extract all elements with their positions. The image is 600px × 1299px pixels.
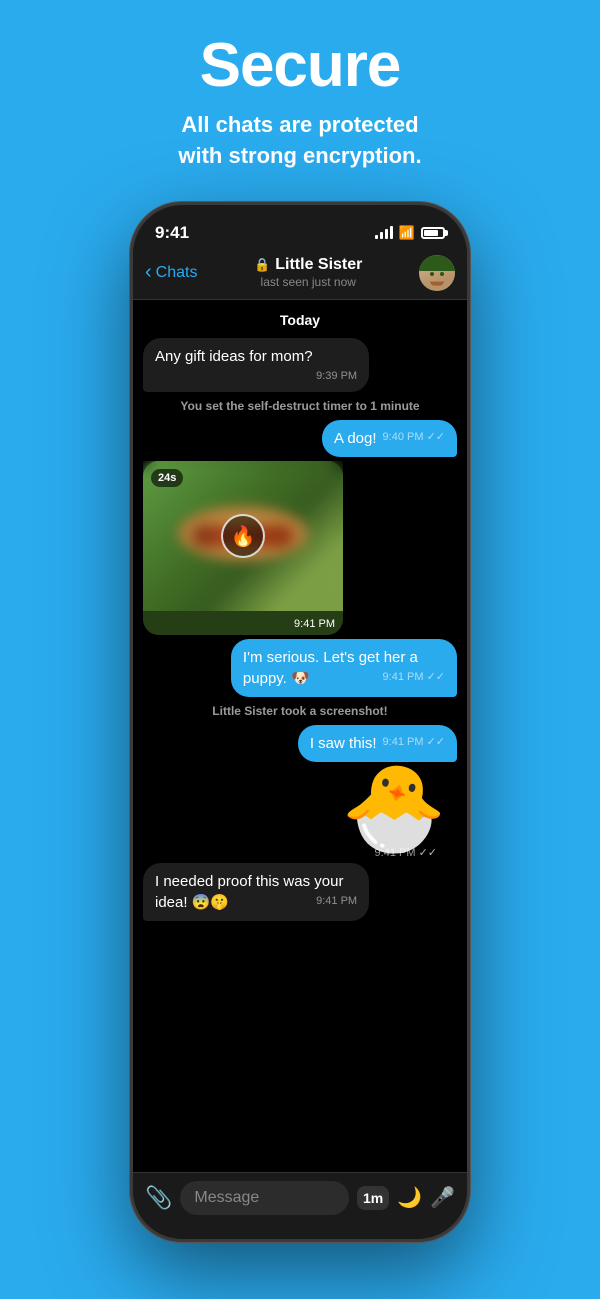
chat-header-center: 🔒 Little Sister last seen just now [254,256,362,289]
system-text: You set the self-destruct timer to 1 min… [180,399,419,413]
message-text: Any gift ideas for mom? [155,348,313,365]
back-label: Chats [156,264,198,282]
play-button[interactable]: 🔥 [221,514,265,558]
message-row: I saw this! 9:41 PM ✓✓ [143,725,457,762]
signal-icon [375,227,393,239]
moon-button[interactable]: 🌙 [397,1185,422,1210]
message-time: 9:40 PM ✓✓ [383,430,445,445]
app-header: Secure All chats are protectedwith stron… [0,0,600,192]
date-divider: Today [143,312,457,328]
phone-shell: 9:41 📶 ‹ Chats [130,202,470,1242]
message-time: 9:41 PM ✓✓ [383,735,445,750]
message-input[interactable]: Message [180,1181,349,1215]
bottom-bar: 📎 Message 1m 🌙 🎤 [133,1172,467,1223]
message-text: A dog! [334,430,377,447]
system-message: You set the self-destruct timer to 1 min… [143,399,457,413]
lock-icon: 🔒 [254,257,270,273]
message-row: Any gift ideas for mom? 9:39 PM [143,338,457,392]
incoming-bubble: Any gift ideas for mom? 9:39 PM [143,338,369,392]
sticker-time: 9:41 PM ✓✓ [375,846,447,859]
message-text: I saw this! [310,735,377,752]
outgoing-bubble: I'm serious. Let's get her a puppy. 🐶 9:… [231,639,457,697]
outgoing-bubble: I saw this! 9:41 PM ✓✓ [298,725,457,762]
message-time: 9:39 PM [316,369,357,384]
message-time: 9:41 PM [316,894,357,909]
sticker-container: 🐣 9:41 PM ✓✓ [143,766,447,859]
media-timer: 24s [151,469,183,487]
page-title: Secure [40,32,560,100]
media-content: 🔥 24s [143,461,343,611]
avatar-image [419,255,455,291]
sticker: 🐣 [341,766,447,851]
media-bubble: 🔥 24s 9:41 PM [143,461,343,635]
battery-icon [421,227,445,239]
phone-mockup: 9:41 📶 ‹ Chats [130,202,470,1242]
media-time-bar: 9:41 PM [143,611,343,635]
message-row: 🔥 24s 9:41 PM [143,461,457,635]
wifi-icon: 📶 [399,225,415,241]
chevron-left-icon: ‹ [145,261,152,284]
message-row: I needed proof this was your idea! 😨🤫 9:… [143,863,457,921]
message-time: 9:41 PM ✓✓ [383,670,445,685]
contact-name: Little Sister [275,256,362,274]
attach-button[interactable]: 📎 [145,1185,172,1211]
check-marks: ✓✓ [427,671,445,683]
check-marks: ✓✓ [427,431,445,443]
status-time: 9:41 [155,223,189,243]
check-marks: ✓✓ [419,847,437,859]
incoming-bubble: I needed proof this was your idea! 😨🤫 9:… [143,863,369,921]
system-message: Little Sister took a screenshot! [143,704,457,718]
avatar[interactable] [419,255,455,291]
avatar-hair [419,255,455,271]
back-button[interactable]: ‹ Chats [145,261,197,284]
media-time: 9:41 PM [294,618,335,630]
system-text: Little Sister took a screenshot! [212,704,387,718]
outgoing-bubble: A dog! 9:40 PM ✓✓ [322,420,457,457]
messages-area: Today Any gift ideas for mom? 9:39 PM Yo… [133,300,467,1172]
message-row: I'm serious. Let's get her a puppy. 🐶 9:… [143,639,457,697]
contact-name-row: 🔒 Little Sister [254,256,362,274]
flame-icon: 🔥 [231,524,256,549]
contact-status: last seen just now [261,275,356,289]
status-icons: 📶 [375,225,445,241]
timer-badge[interactable]: 1m [357,1186,389,1210]
page-subtitle: All chats are protectedwith strong encry… [40,110,560,172]
message-placeholder: Message [194,1189,259,1206]
message-row: A dog! 9:40 PM ✓✓ [143,420,457,457]
phone-notch [235,205,365,233]
mic-button[interactable]: 🎤 [430,1185,455,1210]
check-marks: ✓✓ [427,736,445,748]
chat-header: ‹ Chats 🔒 Little Sister last seen just n… [133,249,467,300]
